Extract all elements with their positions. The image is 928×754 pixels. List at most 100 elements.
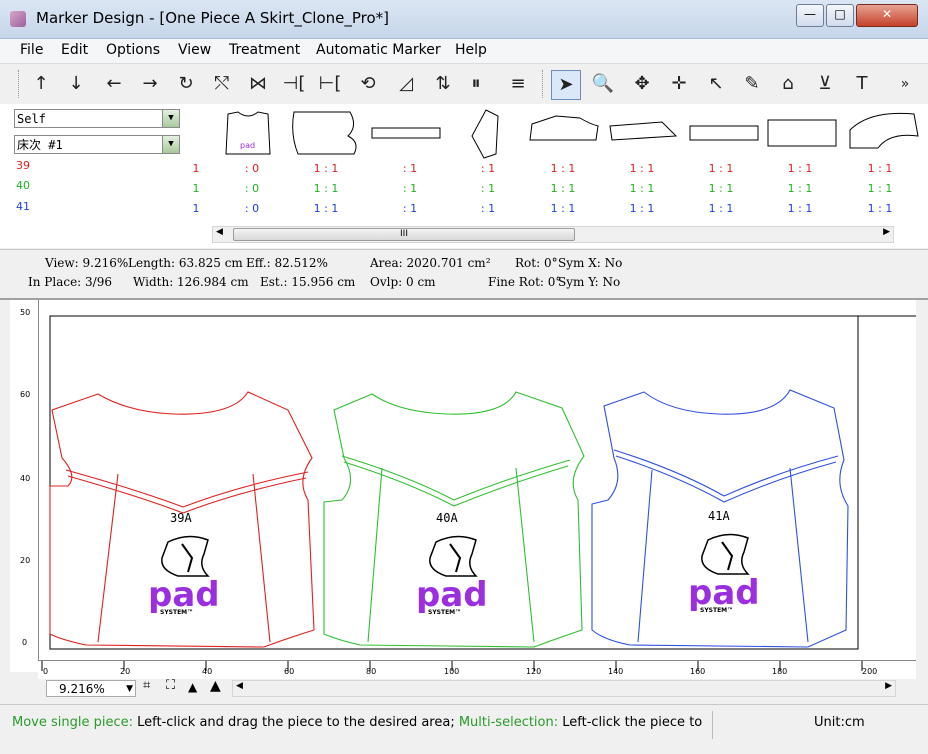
scroll-right-icon[interactable]: ▶ <box>885 681 892 691</box>
ratio-cell[interactable]: 1 : 1 <box>860 182 900 195</box>
hruler-label: 0 <box>43 667 49 676</box>
ratio-cell[interactable]: 1 : 1 <box>780 202 820 215</box>
flip-horizontal-tool-button[interactable]: ⋈ <box>244 70 272 98</box>
text-tool-button[interactable]: T <box>848 70 876 98</box>
rotate-tool-button[interactable]: ↻ <box>172 70 200 98</box>
fine-rotate-tool-button[interactable]: ⟲ <box>354 70 382 98</box>
piece-list-scrollbar[interactable]: ◀ III ▶ <box>212 226 894 243</box>
ratio-cell[interactable]: : 0 <box>232 182 272 195</box>
ratio-cell[interactable]: 1 : 1 <box>306 182 346 195</box>
table-combo[interactable]: 床次 #1 ▼ <box>14 135 180 154</box>
chevron-down-icon[interactable]: ▼ <box>162 136 179 153</box>
ratio-cell[interactable]: : 1 <box>390 162 430 175</box>
align-vertical-tool-button[interactable]: ⇅ <box>429 70 457 98</box>
ratio-cell[interactable]: 1 : 1 <box>622 182 662 195</box>
menu-view[interactable]: View <box>178 42 211 58</box>
align-left-tool-button[interactable]: ⊢[ <box>316 70 344 98</box>
close-button[interactable]: ✕ <box>856 4 918 27</box>
ratio-cell[interactable]: 1 : 1 <box>306 202 346 215</box>
mountain-large-icon[interactable]: ▲ <box>210 678 221 694</box>
menu-edit[interactable]: Edit <box>61 42 88 58</box>
ratio-cell[interactable]: 1 : 1 <box>622 202 662 215</box>
hruler-label: 140 <box>608 667 624 676</box>
ratio-cell[interactable]: 1 : 1 <box>701 202 741 215</box>
ratio-cell[interactable]: : 0 <box>232 162 272 175</box>
piece-thumb-back[interactable] <box>292 111 357 155</box>
ratio-cell[interactable]: 1 : 1 <box>780 182 820 195</box>
ratio-cell[interactable]: 1 : 1 <box>701 182 741 195</box>
chevron-down-icon[interactable]: ▼ <box>126 681 133 698</box>
ratio-cell[interactable]: 1 : 1 <box>860 202 900 215</box>
info-panel: View: 9.216% Length: 63.825 cm Eff.: 82.… <box>0 249 928 300</box>
piece-thumb-waistband[interactable] <box>371 127 441 139</box>
list-tool-button[interactable]: ≡ <box>504 70 532 98</box>
toolbar-grip <box>542 70 546 98</box>
move-right-tool-button[interactable]: → <box>136 70 164 98</box>
ratio-cell[interactable]: 1 : 1 <box>860 162 900 175</box>
scroll-left-icon[interactable]: ◀ <box>216 227 223 237</box>
ratio-cell[interactable]: : 1 <box>468 162 508 175</box>
ratio-cell[interactable]: 1 : 1 <box>701 162 741 175</box>
menu-treatment[interactable]: Treatment <box>229 42 300 58</box>
ratio-cell[interactable]: 1 : 1 <box>543 182 583 195</box>
ratio-cell[interactable]: 1 <box>176 182 216 195</box>
edit-tool-button[interactable]: ✎ <box>738 70 766 98</box>
hruler-label: 120 <box>526 667 542 676</box>
piece-thumb-yoke[interactable] <box>849 112 919 149</box>
align-right-tool-button[interactable]: ⊣[ <box>280 70 308 98</box>
menu-automatic-marker[interactable]: Automatic Marker <box>316 42 441 58</box>
toolbar-overflow-button[interactable]: » <box>895 70 915 98</box>
tilt-tool-button[interactable]: ◿ <box>392 70 420 98</box>
hruler-label: 20 <box>120 667 131 676</box>
fit-page-icon[interactable]: ⌗ <box>143 678 150 693</box>
piece-thumb-strip[interactable] <box>689 125 759 141</box>
move-left-tool-button[interactable]: ← <box>100 70 128 98</box>
pan-tool-button[interactable]: ✥ <box>628 70 656 98</box>
chevron-down-icon[interactable]: ▼ <box>162 110 179 127</box>
scroll-thumb[interactable]: III <box>233 228 575 241</box>
flip-vertical-tool-button[interactable]: ⤲ <box>208 70 236 98</box>
info-in-place: In Place: 3/96 <box>28 275 112 289</box>
fit-all-icon[interactable]: ⛶ <box>166 678 175 693</box>
layer-combo[interactable]: Self ▼ <box>14 109 180 128</box>
piece-thumb-collar[interactable] <box>471 109 499 159</box>
scroll-left-icon[interactable]: ◀ <box>236 681 243 691</box>
ratio-cell[interactable]: : 1 <box>468 202 508 215</box>
select-pointer-tool-button[interactable]: ➤ <box>551 70 581 100</box>
ratio-cell[interactable]: 1 : 1 <box>622 162 662 175</box>
ratio-cell[interactable]: : 1 <box>390 202 430 215</box>
ratio-cell[interactable]: 1 <box>176 202 216 215</box>
ratio-cell[interactable]: : 0 <box>232 202 272 215</box>
zoom-select[interactable]: 9.216% ▼ <box>46 680 136 697</box>
ratio-cell[interactable]: 1 : 1 <box>780 162 820 175</box>
menu-help[interactable]: Help <box>455 42 487 58</box>
maximize-button[interactable]: □ <box>826 4 854 27</box>
ratio-cell[interactable]: 1 : 1 <box>306 162 346 175</box>
ratio-cell[interactable]: : 1 <box>468 182 508 195</box>
drop-tool-button[interactable]: ⊻ <box>811 70 839 98</box>
move-all-tool-button[interactable]: ✛ <box>665 70 693 98</box>
minimize-button[interactable]: — <box>796 4 824 27</box>
move-down-tool-button[interactable]: ↓ <box>62 70 90 98</box>
hruler-label: 160 <box>690 667 706 676</box>
piece-tool-button[interactable]: ⌂ <box>774 70 802 98</box>
menu-file[interactable]: File <box>20 42 43 58</box>
ratio-cell[interactable]: 1 <box>176 162 216 175</box>
cursor-tool-button[interactable]: ↖ <box>702 70 730 98</box>
info-sym-x: Sym X: No <box>558 256 623 270</box>
zoom-tool-button[interactable]: 🔍 <box>589 70 617 98</box>
move-up-tool-button[interactable]: ↑ <box>27 70 55 98</box>
piece-thumb-sleeve[interactable] <box>529 115 599 141</box>
piece-thumb-front[interactable]: pad <box>225 111 271 155</box>
piece-thumb-panel[interactable] <box>767 119 837 147</box>
menu-options[interactable]: Options <box>106 42 160 58</box>
ratio-cell[interactable]: : 1 <box>390 182 430 195</box>
ratio-cell[interactable]: 1 : 1 <box>543 202 583 215</box>
pause-tool-button[interactable]: ⏸ <box>462 70 490 98</box>
mountain-small-icon[interactable]: ▲ <box>188 680 197 694</box>
canvas-scrollbar[interactable]: ◀ ▶ <box>232 680 896 697</box>
piece-thumb-facing[interactable] <box>609 121 678 141</box>
ratio-cell[interactable]: 1 : 1 <box>543 162 583 175</box>
scroll-right-icon[interactable]: ▶ <box>883 227 890 237</box>
vruler-label: 40 <box>20 474 31 483</box>
